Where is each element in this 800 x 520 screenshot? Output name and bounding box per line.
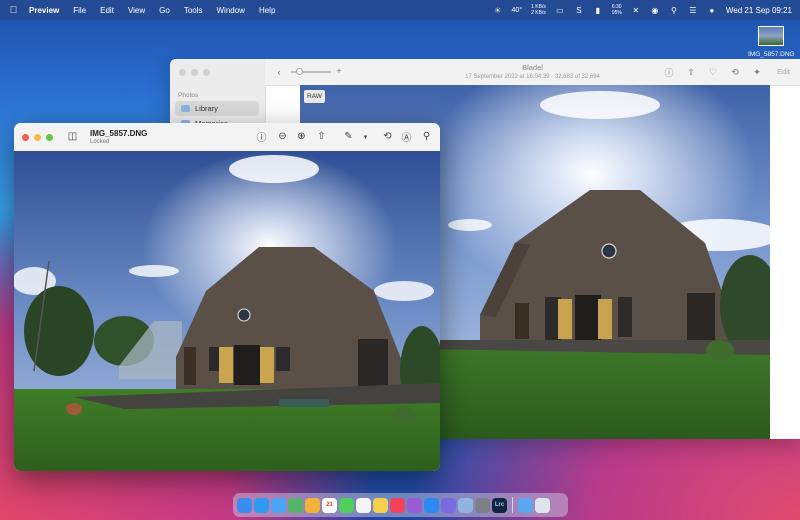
- menu-view[interactable]: View: [128, 6, 145, 15]
- status-area: ☀ 40° 1 KB/s 2 KB/s ▭ S ▮ 6:30 95% ✕ ◉ ⚲…: [493, 0, 792, 20]
- temperature-readout[interactable]: 40°: [512, 7, 523, 14]
- zoom-slider[interactable]: [291, 68, 331, 75]
- menu-file[interactable]: File: [73, 6, 86, 15]
- dock-music-icon[interactable]: [390, 497, 405, 513]
- preview-title-block: IMG_5857.DNG Locked: [90, 129, 147, 145]
- bluetooth-off-icon[interactable]: ✕: [631, 5, 641, 15]
- zoom-dot[interactable]: [203, 69, 210, 76]
- search-icon[interactable]: ⚲: [420, 130, 433, 143]
- favorite-heart-icon[interactable]: ♡: [707, 66, 719, 78]
- preview-window[interactable]: ◫ IMG_5857.DNG Locked ⓘ ⊖ ⊕ ⇧ ✎ ▾ ⟲ Ⓐ ⚲: [14, 123, 440, 471]
- raw-badge: RAW: [304, 90, 325, 103]
- dock-photos-icon[interactable]: [305, 497, 320, 513]
- zoom-out-icon[interactable]: ⊖: [276, 130, 289, 143]
- preview-file-name: IMG_5857.DNG: [90, 129, 148, 138]
- sidebar-item-label: Library: [195, 104, 218, 113]
- dock-lightroom-classic-icon[interactable]: Lrc: [492, 497, 507, 513]
- close-button[interactable]: [22, 134, 29, 141]
- photos-toolbar: ‹ + Bladel 17 September 2022 at 16:04:39…: [265, 59, 800, 86]
- control-center-icon[interactable]: ☰: [688, 5, 698, 15]
- info-icon[interactable]: ⓘ: [255, 130, 268, 144]
- photos-subtitle: 17 September 2022 at 16:04:39 · 32,683 o…: [465, 74, 600, 80]
- markup-chevron-down-icon[interactable]: ▾: [359, 130, 372, 143]
- siri-icon[interactable]: ●: [707, 5, 717, 15]
- photos-title-block: Bladel 17 September 2022 at 16:04:39 · 3…: [425, 63, 640, 80]
- battery-icon[interactable]: ▮: [593, 5, 603, 15]
- back-chevron-icon[interactable]: ‹: [273, 66, 285, 78]
- menu-go[interactable]: Go: [159, 6, 170, 15]
- share-icon[interactable]: ⇧: [685, 66, 697, 78]
- desktop-file-icon[interactable]: IMG_5857.DNG: [748, 26, 795, 58]
- barn-photo: [14, 151, 440, 471]
- apple-icon[interactable]: : [8, 5, 19, 16]
- desktop-file-label: IMG_5857.DNG: [748, 51, 795, 58]
- menu-tools[interactable]: Tools: [184, 6, 203, 15]
- menu-bar:  Preview File Edit View Go Tools Window…: [0, 0, 800, 20]
- sidebar-item-library[interactable]: Library: [175, 101, 259, 116]
- weather-icon[interactable]: ☀: [493, 5, 503, 15]
- dock-preview-icon[interactable]: [458, 497, 473, 513]
- traffic-lights: [22, 134, 53, 141]
- auto-enhance-icon[interactable]: ✦: [751, 66, 763, 78]
- zoom-slider-knob[interactable]: [296, 68, 303, 75]
- preview-image: [14, 151, 440, 471]
- menu-help[interactable]: Help: [259, 6, 275, 15]
- battery-percent: 95%: [611, 10, 622, 16]
- wifi-icon[interactable]: ◉: [650, 5, 660, 15]
- dock-finder-icon[interactable]: [237, 497, 252, 513]
- search-icon[interactable]: ⚲: [669, 5, 679, 15]
- dock-podcasts-like-icon[interactable]: [407, 497, 422, 513]
- menu-edit[interactable]: Edit: [100, 6, 114, 15]
- network-download: 2 KB/s: [531, 10, 546, 16]
- clock[interactable]: Wed 21 Sep 09:21: [726, 6, 792, 15]
- dock-safari-icon[interactable]: [254, 497, 269, 513]
- dock-calendar-icon[interactable]: 21: [322, 497, 337, 513]
- close-dot[interactable]: [179, 69, 186, 76]
- preview-toolbar: ◫ IMG_5857.DNG Locked ⓘ ⊖ ⊕ ⇧ ✎ ▾ ⟲ Ⓐ ⚲: [14, 123, 440, 152]
- dock-maps-icon[interactable]: [288, 497, 303, 513]
- dock-trash-icon[interactable]: [535, 497, 550, 513]
- dock-downloads-folder-icon[interactable]: [518, 497, 533, 513]
- library-icon: [181, 105, 190, 112]
- dock-reminders-icon[interactable]: [356, 497, 371, 513]
- zoom-button[interactable]: [46, 134, 53, 141]
- share-icon[interactable]: ⇧: [315, 130, 328, 143]
- dock-mascot-app-icon[interactable]: [441, 497, 456, 513]
- info-icon[interactable]: ⓘ: [663, 66, 675, 78]
- menu-window[interactable]: Window: [217, 6, 245, 15]
- dock-system-settings-icon[interactable]: [475, 497, 490, 513]
- display-icon[interactable]: ▭: [555, 5, 565, 15]
- rotate-icon[interactable]: ⟲: [729, 66, 741, 78]
- battery-readout[interactable]: 6:30 95%: [612, 4, 622, 16]
- markup-toolbar-icon[interactable]: Ⓐ: [400, 130, 413, 144]
- sidebar-section-photos: Photos: [178, 92, 199, 99]
- minimize-dot[interactable]: [191, 69, 198, 76]
- menu-app-preview[interactable]: Preview: [29, 6, 59, 15]
- dock-mail-icon[interactable]: [271, 497, 286, 513]
- minimize-button[interactable]: [34, 134, 41, 141]
- dock: 21 Lrc: [233, 493, 568, 517]
- markup-pen-icon[interactable]: ✎: [342, 130, 355, 143]
- zoom-in-plus-icon[interactable]: +: [333, 65, 345, 77]
- edit-button[interactable]: Edit: [777, 67, 790, 76]
- network-speed[interactable]: 1 KB/s 2 KB/s: [531, 4, 546, 16]
- rotate-icon[interactable]: ⟲: [381, 130, 394, 143]
- photos-title: Bladel: [522, 63, 543, 72]
- sidebar-toggle-icon[interactable]: ◫: [66, 130, 79, 143]
- dock-app-store-icon[interactable]: [424, 497, 439, 513]
- dock-notes-icon[interactable]: [373, 497, 388, 513]
- file-thumbnail: [758, 26, 784, 46]
- skype-icon[interactable]: S: [574, 5, 584, 15]
- dock-separator: [512, 497, 513, 513]
- traffic-lights-inactive: [179, 69, 210, 76]
- dock-messages-icon[interactable]: [339, 497, 354, 513]
- zoom-in-icon[interactable]: ⊕: [295, 130, 308, 143]
- preview-lock-status: Locked: [90, 139, 110, 145]
